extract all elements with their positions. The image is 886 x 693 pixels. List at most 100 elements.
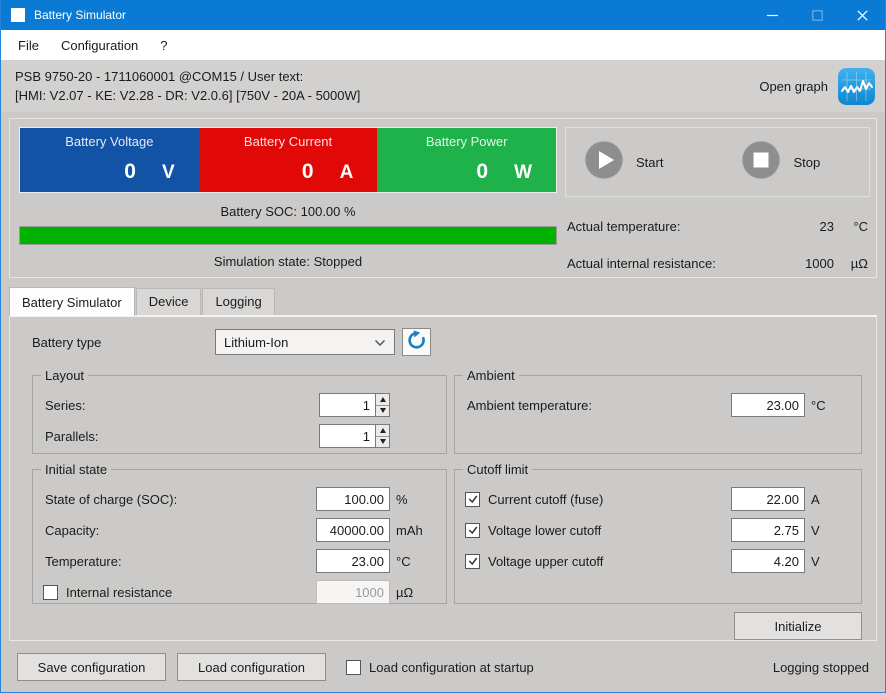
maximize-button[interactable] [795, 0, 840, 30]
checkmark-icon [467, 493, 479, 505]
battery-current-unit: A [340, 162, 354, 184]
soc-input[interactable] [316, 487, 390, 511]
device-info-line1: PSB 9750-20 - 1711060001 @COM15 / User t… [15, 67, 360, 86]
save-configuration-button[interactable]: Save configuration [17, 653, 166, 681]
layout-group: Layout Series: Parallels: [32, 368, 447, 454]
internal-resistance-input [316, 580, 390, 604]
ambient-temperature-row: Ambient temperature: °C [465, 393, 851, 417]
app-window: Battery Simulator File Configuration ? [0, 0, 886, 693]
menu-help[interactable]: ? [149, 33, 178, 58]
soc-label: State of charge (SOC): [43, 492, 316, 507]
parallels-row: Parallels: [43, 424, 436, 448]
battery-voltage-unit: V [162, 162, 175, 184]
stop-label: Stop [793, 155, 820, 170]
parallels-increment-button[interactable] [376, 425, 389, 437]
stop-icon [741, 140, 781, 185]
menu-configuration[interactable]: Configuration [50, 33, 149, 58]
actual-resistance-value: 1000 [788, 256, 834, 271]
startup-checkbox-row: Load configuration at startup [346, 660, 534, 675]
actual-temperature-label: Actual temperature: [567, 219, 788, 234]
tab-battery-simulator[interactable]: Battery Simulator [9, 287, 135, 316]
load-at-startup-checkbox[interactable] [346, 660, 361, 675]
current-cutoff-input[interactable] [731, 487, 805, 511]
voltage-lower-cutoff-label: Voltage lower cutoff [488, 523, 731, 538]
soc-row: State of charge (SOC): % [43, 487, 436, 511]
internal-resistance-checkbox[interactable] [43, 585, 58, 600]
start-button[interactable]: Start [584, 140, 663, 185]
title-bar: Battery Simulator [1, 0, 885, 30]
arrow-up-icon [380, 428, 386, 433]
minimize-button[interactable] [750, 0, 795, 30]
footer-bar: Save configuration Load configuration Lo… [1, 641, 885, 693]
ambient-temperature-label: Ambient temperature: [465, 398, 731, 413]
current-cutoff-checkbox[interactable] [465, 492, 480, 507]
tab-logging[interactable]: Logging [202, 288, 274, 315]
capacity-unit: mAh [390, 523, 436, 538]
open-graph-button[interactable] [838, 68, 875, 105]
battery-voltage-meter: Battery Voltage 0 V [20, 128, 199, 192]
initial-state-legend: Initial state [41, 462, 111, 477]
battery-type-value: Lithium-Ion [224, 335, 288, 350]
battery-power-value: 0 [476, 160, 488, 184]
logging-status-text: Logging stopped [773, 660, 869, 675]
load-configuration-button[interactable]: Load configuration [177, 653, 326, 681]
series-spinner [375, 393, 390, 417]
tab-device[interactable]: Device [136, 288, 202, 315]
device-info-bar: PSB 9750-20 - 1711060001 @COM15 / User t… [1, 60, 885, 112]
chevron-down-icon [374, 335, 386, 350]
graph-waveform-icon [838, 68, 875, 105]
initialize-button[interactable]: Initialize [734, 612, 862, 640]
temperature-row: Temperature: °C [43, 549, 436, 573]
actual-resistance-unit: µΩ [834, 256, 868, 271]
actual-temperature-value: 23 [788, 219, 834, 234]
voltage-upper-cutoff-label: Voltage upper cutoff [488, 554, 731, 569]
device-info-line2: [HMI: V2.07 - KE: V2.28 - DR: V2.0.6] [7… [15, 86, 360, 105]
temperature-label: Temperature: [43, 554, 316, 569]
parallels-decrement-button[interactable] [376, 437, 389, 448]
arrow-down-icon [380, 408, 386, 413]
voltage-lower-cutoff-row: Voltage lower cutoff V [465, 518, 851, 542]
battery-simulator-panel: Battery type Lithium-Ion [9, 315, 877, 641]
voltage-lower-cutoff-input[interactable] [731, 518, 805, 542]
series-increment-button[interactable] [376, 394, 389, 406]
battery-type-label: Battery type [32, 335, 215, 350]
simulation-state-text: Simulation state: Stopped [19, 254, 557, 269]
stop-button[interactable]: Stop [741, 140, 820, 185]
refresh-battery-type-button[interactable] [402, 328, 431, 356]
internal-resistance-label: Internal resistance [66, 585, 316, 600]
series-decrement-button[interactable] [376, 406, 389, 417]
ambient-temperature-input[interactable] [731, 393, 805, 417]
start-stop-box: Start Stop [565, 127, 870, 197]
ambient-group: Ambient Ambient temperature: °C [454, 368, 862, 454]
voltage-upper-cutoff-checkbox[interactable] [465, 554, 480, 569]
voltage-upper-cutoff-input[interactable] [731, 549, 805, 573]
ambient-temperature-unit: °C [805, 398, 851, 413]
actual-temperature-unit: °C [834, 219, 868, 234]
checkmark-icon [467, 555, 479, 567]
minimize-icon [767, 10, 778, 21]
status-section: Battery Voltage 0 V Battery Current 0 A [1, 112, 885, 284]
soc-progress-fill [20, 227, 556, 244]
current-cutoff-label: Current cutoff (fuse) [488, 492, 731, 507]
temperature-input[interactable] [316, 549, 390, 573]
voltage-lower-cutoff-checkbox[interactable] [465, 523, 480, 538]
cutoff-limit-legend: Cutoff limit [463, 462, 532, 477]
series-input[interactable] [319, 393, 375, 417]
battery-voltage-label: Battery Voltage [30, 134, 189, 149]
battery-power-meter: Battery Power 0 W [377, 128, 556, 192]
maximize-icon [812, 10, 823, 21]
play-icon [584, 140, 624, 185]
battery-type-select[interactable]: Lithium-Ion [215, 329, 395, 355]
battery-power-label: Battery Power [387, 134, 546, 149]
battery-current-label: Battery Current [209, 134, 368, 149]
close-button[interactable] [840, 0, 885, 30]
menu-file[interactable]: File [7, 33, 50, 58]
ambient-legend: Ambient [463, 368, 519, 383]
voltage-upper-cutoff-row: Voltage upper cutoff V [465, 549, 851, 573]
app-icon [11, 8, 25, 22]
close-icon [857, 10, 868, 21]
parallels-input[interactable] [319, 424, 375, 448]
capacity-input[interactable] [316, 518, 390, 542]
layout-legend: Layout [41, 368, 88, 383]
internal-resistance-unit: µΩ [390, 585, 436, 600]
